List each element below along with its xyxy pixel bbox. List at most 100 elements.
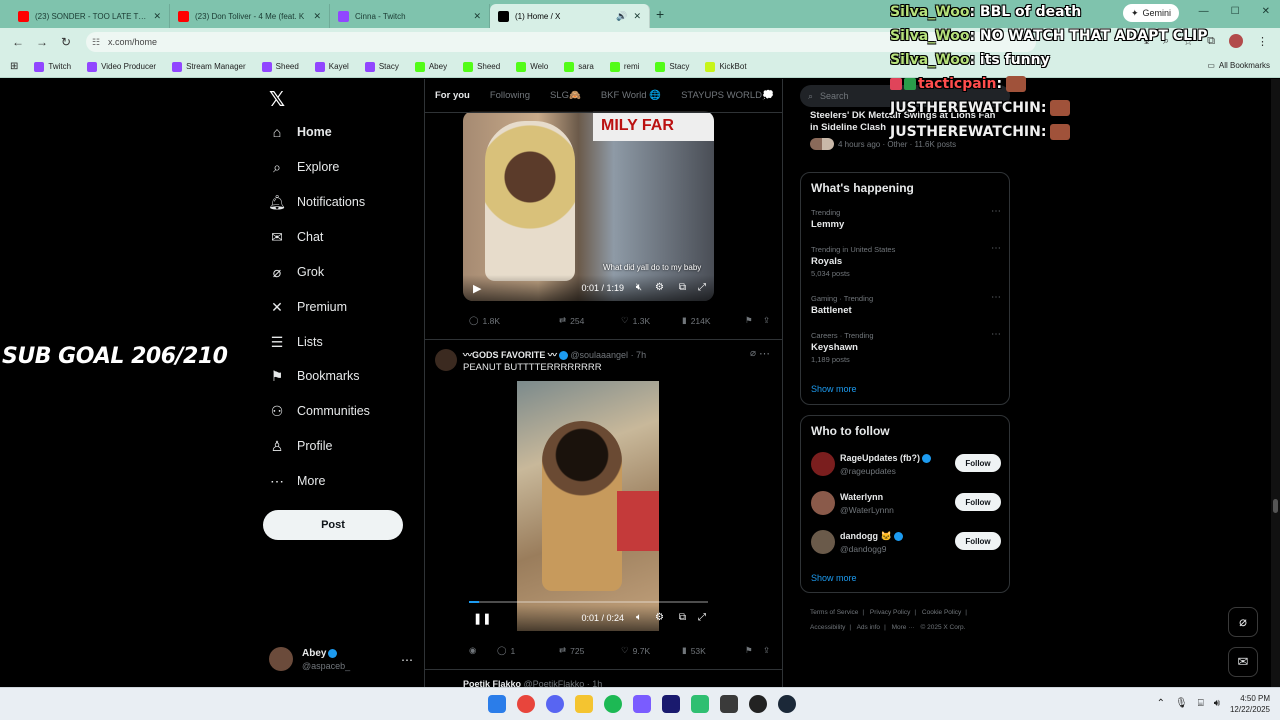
play-icon[interactable]: ▶ (473, 282, 481, 295)
tweet-handle[interactable]: @soulaaangel (570, 350, 628, 360)
pip-icon[interactable]: ⧉ (679, 612, 686, 623)
trend-item[interactable]: Careers · Trending Keyshawn 1,189 posts ⋯ (811, 329, 1001, 364)
more-icon[interactable]: ⋯ (991, 292, 1001, 303)
follow-suggestion[interactable]: dandogg 🐱 @dandogg9 Follow (811, 529, 1001, 557)
back-icon[interactable]: ← (6, 35, 30, 49)
volume-icon[interactable]: 🔈︎ (636, 612, 642, 623)
video-player[interactable]: ❚❚ 0:01 / 0:24 🔈︎ ⚙ ⧉ ⤢ (463, 381, 714, 631)
footer-link[interactable]: Cookie Policy (922, 609, 961, 616)
more-icon[interactable]: ⋯ (759, 347, 770, 360)
forward-icon[interactable]: → (30, 35, 54, 49)
maximize-icon[interactable]: ☐ (1231, 6, 1240, 17)
chevron-up-icon[interactable]: ⌃ (1157, 698, 1165, 709)
bookmark[interactable]: Video Producer (79, 61, 164, 72)
nav-chat[interactable]: ✉ Chat (269, 222, 323, 252)
like-button[interactable]: ♡ 9.7K (621, 645, 650, 656)
nav-notifications[interactable]: 🔔︎ Notifications (268, 187, 365, 217)
post-button[interactable]: Post (263, 510, 403, 540)
tweet-handle[interactable]: @PoetikFlakko · 1h (524, 679, 603, 687)
apps-icon[interactable]: ⊞ (10, 61, 18, 72)
show-more-link[interactable]: Show more (811, 573, 857, 583)
more-icon[interactable]: ⋯ (991, 329, 1001, 340)
trend-item[interactable]: Trending Lemmy ⋯ (811, 206, 1001, 230)
close-icon[interactable]: ✕ (313, 11, 321, 22)
nav-explore[interactable]: ⌕ Explore (269, 152, 339, 182)
steam-icon[interactable] (778, 695, 796, 713)
more-icon[interactable]: ⋯ (991, 243, 1001, 254)
clock[interactable]: 4:50 PM 12/22/2025 (1230, 693, 1270, 715)
menu-icon[interactable]: ⋮ (1257, 35, 1268, 48)
profile-avatar[interactable] (1229, 34, 1243, 48)
close-icon[interactable]: ✕ (633, 11, 641, 22)
minimize-icon[interactable]: — (1199, 6, 1209, 17)
tweet-time[interactable]: · 7h (631, 350, 647, 360)
scrollbar[interactable] (1271, 79, 1280, 687)
avatar[interactable] (435, 349, 457, 371)
bookmark[interactable]: Sheed (254, 61, 307, 72)
grok-icon[interactable]: ⌀ (1228, 607, 1258, 637)
analytics-button[interactable]: ◉ (469, 645, 476, 656)
bookmark[interactable]: Sheed (455, 61, 508, 72)
nav-more[interactable]: ⋯ More (269, 466, 325, 496)
grok-icon[interactable]: ⌀ (750, 348, 756, 359)
follow-button[interactable]: Follow (955, 454, 1001, 472)
follow-button[interactable]: Follow (955, 493, 1001, 511)
bookmark[interactable]: sara (556, 61, 602, 72)
browser-tab[interactable]: (23) SONDER - TOO LATE TO D ✕ (10, 4, 170, 28)
tweet-author[interactable]: Poetik Flakko (463, 679, 521, 687)
obs-icon[interactable] (749, 695, 767, 713)
discord-icon[interactable] (546, 695, 564, 713)
x-logo-icon[interactable]: 𝕏 (269, 87, 285, 111)
follow-button[interactable]: Follow (955, 532, 1001, 550)
tab-following[interactable]: Following (490, 90, 530, 101)
bookmark[interactable]: Stacy (357, 61, 407, 72)
nav-lists[interactable]: ☰ Lists (269, 327, 323, 357)
bookmark[interactable]: KickBot (697, 61, 754, 72)
browser-tab[interactable]: Cinna - Twitch ✕ (330, 4, 490, 28)
close-window-icon[interactable]: ✕ (1262, 6, 1270, 17)
mute-icon[interactable]: 🔇︎ (636, 282, 642, 293)
trend-item[interactable]: Gaming · Trending Battlenet ⋯ (811, 292, 1001, 316)
nav-communities[interactable]: ⚇ Communities (269, 396, 370, 426)
account-switcher[interactable]: Abey @aspaceb_ ⋯ (269, 645, 419, 675)
network-icon[interactable]: ⌸ (1198, 698, 1204, 709)
footer-link[interactable]: More ··· (892, 624, 915, 631)
premiere-icon[interactable] (662, 695, 680, 713)
nav-grok[interactable]: ⌀ Grok (269, 257, 324, 287)
tab-slg[interactable]: SLG🙈 (550, 90, 581, 101)
repost-button[interactable]: ⇄ 725 (559, 645, 584, 656)
more-icon[interactable]: ⋯ (401, 653, 413, 667)
trend-item[interactable]: Trending in United States Royals 5,034 pos… (811, 243, 1001, 278)
bookmark[interactable]: Abey (407, 61, 455, 72)
pip-icon[interactable]: ⧉ (679, 282, 686, 293)
new-tab-button[interactable]: + (656, 6, 664, 22)
nav-home[interactable]: ⌂ Home (269, 117, 332, 147)
all-bookmarks-button[interactable]: ▭ All Bookmarks (1207, 61, 1270, 70)
avatar[interactable] (811, 530, 835, 554)
volume-icon[interactable]: 🔊︎ (1214, 698, 1220, 709)
scrollbar-thumb[interactable] (1273, 499, 1278, 513)
bookmark[interactable]: Stream Manager (164, 61, 254, 72)
show-more-link[interactable]: Show more (811, 384, 857, 394)
tweet-author[interactable]: 〰GODS FAVORITE 〰 (463, 350, 557, 360)
share-button[interactable]: ⇪ (763, 645, 770, 656)
reply-button[interactable]: ◯ 1 (497, 645, 515, 656)
bookmark[interactable]: Stacy (647, 61, 697, 72)
chrome-icon[interactable] (517, 695, 535, 713)
settings-icon[interactable]: ⚙ (655, 282, 664, 293)
gemini-button[interactable]: ✦ Gemini (1123, 4, 1180, 22)
reload-icon[interactable]: ↻ (54, 35, 78, 49)
reply-button[interactable]: ◯ 1.8K (469, 315, 500, 326)
spotify-icon[interactable] (604, 695, 622, 713)
browser-tab[interactable]: (23) Don Toliver - 4 Me (feat. K ✕ (170, 4, 330, 28)
fullscreen-icon[interactable]: ⤢ (698, 612, 706, 623)
nav-premium[interactable]: ✕ Premium (269, 292, 347, 322)
close-icon[interactable]: ✕ (153, 11, 161, 22)
bookmark[interactable]: Kayel (307, 61, 357, 72)
app-icon[interactable] (633, 695, 651, 713)
bookmark-button[interactable]: ⚑ (745, 645, 753, 656)
follow-suggestion[interactable]: RageUpdates (fb?) @rageupdates Follow (811, 451, 1001, 479)
footer-link[interactable]: Ads info (857, 624, 881, 631)
tab-stayups-world[interactable]: STAYUPS WORLD💭 (681, 90, 774, 101)
bookmark[interactable]: Welo (508, 61, 556, 72)
